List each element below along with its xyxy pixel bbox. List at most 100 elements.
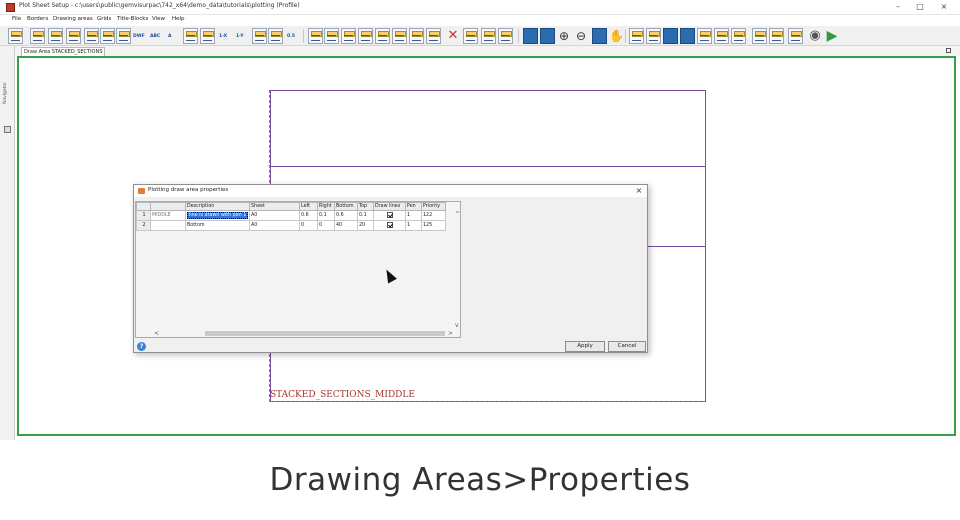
insert-text-icon[interactable] [183, 28, 198, 44]
draw-area-copy-icon[interactable] [341, 28, 356, 44]
maximize-pane-icon[interactable] [946, 48, 951, 53]
navigator-icon[interactable] [4, 126, 11, 133]
border-edit-icon[interactable] [100, 28, 115, 44]
close-window-button[interactable]: × [933, 1, 955, 13]
row-name[interactable]: MIDDLE [150, 210, 186, 221]
row-draw-lines-cell[interactable] [373, 210, 406, 221]
grid-new-icon[interactable] [463, 28, 478, 44]
record-icon[interactable]: ◉ [808, 29, 822, 43]
draw-area-resize-icon[interactable] [375, 28, 390, 44]
row-description[interactable]: Bottom [185, 220, 250, 231]
apply-button[interactable]: Apply [565, 341, 605, 352]
scroll-right-icon[interactable]: > [448, 331, 453, 337]
menu-help[interactable]: Help [172, 16, 185, 22]
text-a-label[interactable]: A [168, 34, 171, 39]
grid-props-icon[interactable] [498, 28, 513, 44]
border-line-icon[interactable] [30, 28, 45, 44]
draw-area-props-icon[interactable] [426, 28, 441, 44]
scale-y-label[interactable]: 1-Y [236, 34, 244, 39]
row-pen[interactable]: 1 [405, 220, 422, 231]
table-row[interactable]: 1 MIDDLE line is drawn with pen 1 A0 0.6… [136, 210, 446, 221]
row-bottom[interactable]: 0.6 [334, 210, 358, 221]
draw-area-align-icon[interactable] [392, 28, 407, 44]
window-cascade-icon[interactable] [769, 28, 784, 44]
row-left[interactable]: 0 [299, 220, 318, 231]
scroll-down-icon[interactable]: v [455, 323, 459, 329]
minimize-button[interactable]: – [887, 1, 909, 13]
draw-area-new-icon[interactable] [308, 28, 323, 44]
table-row[interactable]: 2 Bottom A0 0 0 40 20 1 125 [136, 220, 446, 231]
print-preview-icon[interactable] [788, 28, 803, 44]
scale-x-label[interactable]: 1-X [219, 34, 227, 39]
row-name[interactable] [150, 220, 186, 231]
vertical-scrollbar[interactable]: ^ v [454, 211, 460, 330]
align-icon[interactable] [268, 28, 283, 44]
row-draw-lines-cell[interactable] [373, 220, 406, 231]
monitor-fit-icon[interactable] [540, 28, 555, 44]
menu-file[interactable]: File [12, 16, 21, 22]
row-right[interactable]: 0.1 [317, 210, 335, 221]
draw-area-edit-icon[interactable] [324, 28, 339, 44]
rotate-icon[interactable] [252, 28, 267, 44]
row-priority[interactable]: 125 [421, 220, 446, 231]
col-header-right[interactable]: Right [317, 202, 335, 211]
layout-stack-icon[interactable] [663, 28, 678, 44]
menu-grids[interactable]: Grids [97, 16, 111, 22]
border-grid-icon[interactable] [116, 28, 131, 44]
draw-lines-checkbox[interactable] [387, 212, 393, 219]
help-icon[interactable]: ? [137, 342, 146, 351]
zoom-in-icon[interactable]: ⊕ [557, 29, 571, 43]
layout-single-icon[interactable] [629, 28, 644, 44]
row-right[interactable]: 0 [317, 220, 335, 231]
menu-drawing-areas[interactable]: Drawing areas [53, 16, 93, 22]
horizontal-scrollbar[interactable]: < > [148, 330, 454, 337]
row-sheet[interactable]: A0 [249, 210, 300, 221]
border-frame-icon[interactable] [48, 28, 63, 44]
navigator-panel[interactable]: Navigator [0, 46, 15, 440]
plot-setup-icon[interactable] [8, 28, 23, 44]
col-header-description[interactable]: Description [185, 202, 250, 211]
grid-edit-icon[interactable] [481, 28, 496, 44]
border-box-icon[interactable] [66, 28, 81, 44]
zoom-out-icon[interactable]: ⊖ [574, 29, 588, 43]
dialog-close-button[interactable]: × [634, 186, 644, 196]
col-header-draw-lines[interactable]: Draw lines [373, 202, 406, 211]
row-description-cell[interactable]: line is drawn with pen 1 [185, 210, 250, 221]
row-left[interactable]: 0.6 [299, 210, 318, 221]
tab-draw-area[interactable]: Draw Area STACKED_SECTIONS [21, 47, 105, 56]
row-pen[interactable]: 1 [405, 210, 422, 221]
maximize-button[interactable]: □ [909, 1, 931, 13]
delete-icon[interactable]: ✕ [446, 29, 460, 43]
draw-area-move-icon[interactable] [358, 28, 373, 44]
col-header-sheet[interactable]: Sheet [249, 202, 300, 211]
menu-view[interactable]: View [152, 16, 165, 22]
col-header-left[interactable]: Left [299, 202, 318, 211]
row-priority[interactable]: 122 [421, 210, 446, 221]
scroll-up-icon[interactable]: ^ [455, 212, 460, 218]
row-description-input[interactable]: line is drawn with pen 1 [187, 212, 249, 219]
col-header-bottom[interactable]: Bottom [334, 202, 358, 211]
insert-symbol-icon[interactable] [200, 28, 215, 44]
draw-lines-checkbox[interactable] [387, 222, 393, 229]
grid-table-icon[interactable] [714, 28, 729, 44]
col-header-priority[interactable]: Priority [421, 202, 446, 211]
factor-label[interactable]: 0.5 [287, 34, 295, 39]
scroll-left-icon[interactable]: < [154, 331, 159, 337]
row-top[interactable]: 20 [357, 220, 374, 231]
draw-area-stack-icon[interactable] [409, 28, 424, 44]
row-top[interactable]: 0.1 [357, 210, 374, 221]
menu-title-blocks[interactable]: Title-Blocks [117, 16, 148, 22]
zoom-extents-icon[interactable] [592, 28, 607, 44]
abc-label[interactable]: ABC [150, 34, 160, 39]
row-sheet[interactable]: A0 [249, 220, 300, 231]
border-dash-icon[interactable] [84, 28, 99, 44]
grid-cells-icon[interactable] [731, 28, 746, 44]
pan-hand-icon[interactable]: ✋ [609, 29, 624, 43]
layout-split-icon[interactable] [646, 28, 661, 44]
layout-fit-icon[interactable] [697, 28, 712, 44]
row-bottom[interactable]: 40 [334, 220, 358, 231]
window-arrange-icon[interactable] [752, 28, 767, 44]
horizontal-scroll-thumb[interactable] [205, 331, 445, 336]
col-header-top[interactable]: Top [357, 202, 374, 211]
layout-tile-icon[interactable] [680, 28, 695, 44]
